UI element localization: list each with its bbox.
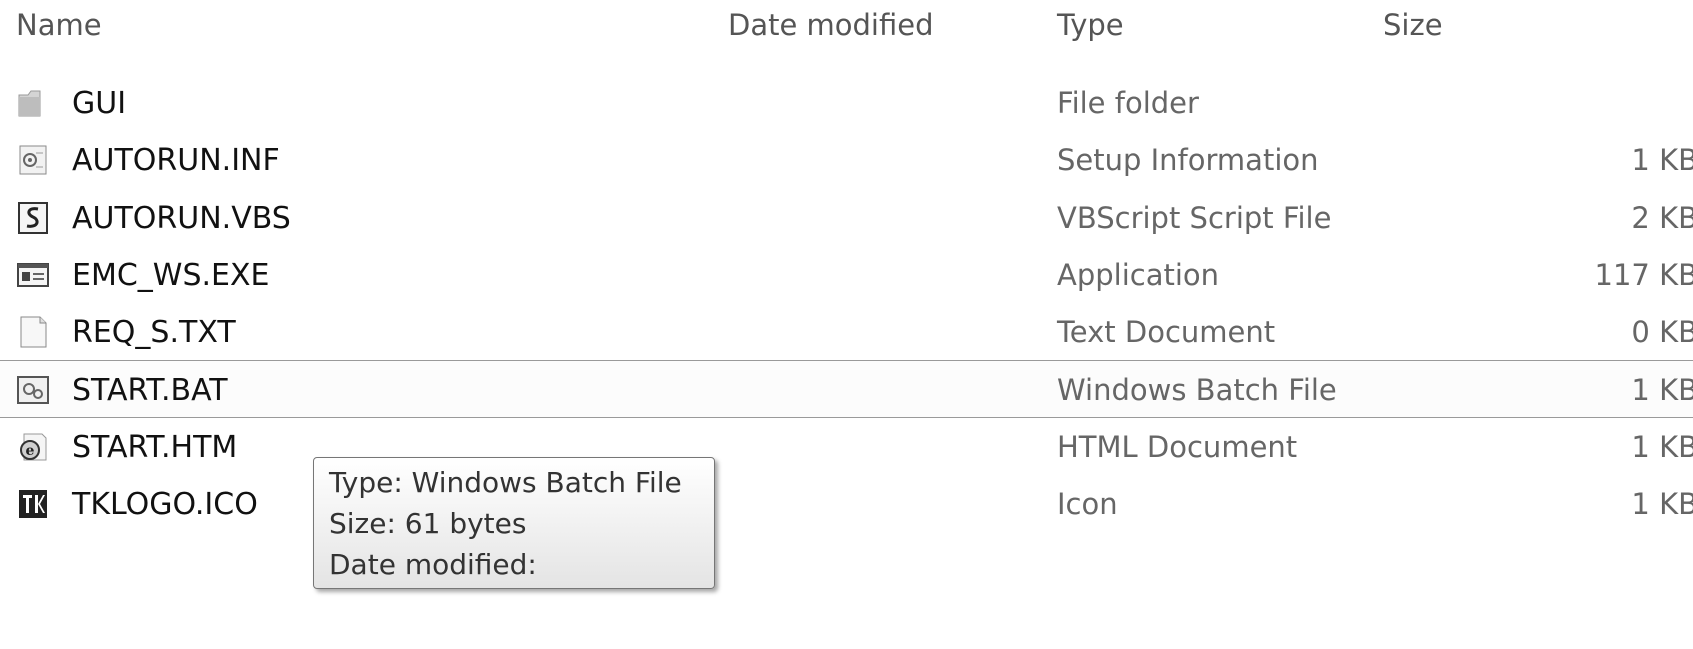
file-name: AUTORUN.INF [72, 143, 280, 179]
html-document-icon: e [16, 430, 50, 464]
file-size: 2 KB [1631, 200, 1693, 235]
tooltip-date-modified: Date modified: [329, 548, 537, 581]
column-header-size[interactable]: Size [1383, 8, 1443, 42]
file-name: GUI [72, 86, 127, 121]
column-header-name[interactable]: Name [16, 8, 102, 42]
file-size: 1 KB [1631, 487, 1693, 522]
column-header-date-modified[interactable]: Date modified [728, 8, 934, 42]
svg-text:e: e [26, 443, 35, 459]
file-name: REQ_S.TXT [72, 315, 236, 351]
column-header-type[interactable]: Type [1057, 8, 1124, 42]
file-size: 0 KB [1631, 315, 1693, 350]
ico-file-icon [16, 487, 50, 521]
file-row-req-s-txt[interactable]: REQ_S.TXT Text Document 0 KB [0, 303, 1693, 360]
file-info-tooltip: Type: Windows Batch File Size: 61 bytes … [313, 457, 715, 589]
application-icon [16, 258, 50, 292]
tooltip-size: Size: 61 bytes [329, 507, 527, 540]
file-name: AUTORUN.VBS [72, 200, 291, 236]
file-size: 1 KB [1631, 143, 1693, 178]
file-type: HTML Document [1057, 429, 1298, 464]
file-row-start-bat[interactable]: START.BAT Windows Batch File 1 KB [0, 360, 1693, 418]
file-row-tklogo-ico[interactable]: TKLOGO.ICO Icon 1 KB [0, 475, 1693, 532]
file-size: 117 KB [1594, 257, 1693, 292]
text-document-icon [16, 315, 50, 349]
file-type: File folder [1057, 86, 1199, 120]
column-header-bar: Name Date modified Type Size [0, 0, 1693, 52]
file-name: TKLOGO.ICO [72, 487, 258, 523]
file-type: VBScript Script File [1057, 200, 1332, 235]
file-type: Text Document [1057, 315, 1276, 350]
file-name: START.BAT [72, 373, 228, 409]
folder-icon [16, 86, 50, 120]
file-name: START.HTM [72, 429, 238, 465]
file-row-emc-ws-exe[interactable]: EMC_WS.EXE Application 117 KB [0, 246, 1693, 303]
tooltip-type: Type: Windows Batch File [329, 466, 682, 499]
file-type: Windows Batch File [1057, 373, 1337, 408]
file-size: 1 KB [1631, 429, 1693, 464]
file-type: Icon [1057, 487, 1118, 522]
file-list: GUI File folder AUTORUN.INF Setup Inform… [0, 74, 1693, 532]
file-size: 1 KB [1631, 373, 1693, 408]
batch-file-icon [16, 373, 50, 407]
file-row-autorun-vbs[interactable]: AUTORUN.VBS VBScript Script File 2 KB [0, 189, 1693, 246]
vbscript-icon [16, 201, 50, 235]
file-type: Setup Information [1057, 143, 1319, 178]
file-name: EMC_WS.EXE [72, 257, 270, 293]
file-row-start-htm[interactable]: e START.HTM HTML Document 1 KB [0, 418, 1693, 475]
file-row-gui[interactable]: GUI File folder [0, 74, 1693, 131]
file-row-autorun-inf[interactable]: AUTORUN.INF Setup Information 1 KB [0, 131, 1693, 188]
setup-info-icon [16, 143, 50, 177]
file-type: Application [1057, 257, 1220, 292]
